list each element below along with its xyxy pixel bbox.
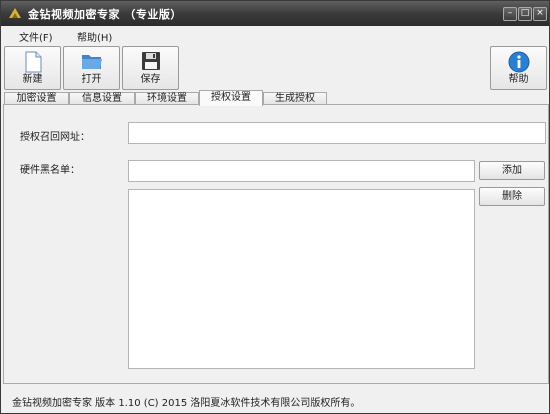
folder-icon xyxy=(81,55,102,69)
menu-help[interactable]: 帮助(H) xyxy=(77,29,112,44)
minimize-button[interactable]: – xyxy=(503,7,517,21)
new-button-label: 新建 xyxy=(22,74,43,85)
menu-bar: 文件(F) 帮助(H) xyxy=(1,26,549,44)
callback-url-label: 授权召回网址： xyxy=(20,132,90,143)
callback-url-input[interactable] xyxy=(128,122,546,144)
delete-button[interactable]: 删除 xyxy=(479,187,545,206)
hardware-blacklist-listbox[interactable] xyxy=(128,189,475,369)
toolbar: 新建 打开 保存 帮助 xyxy=(1,44,549,90)
tab-authorization-settings[interactable]: 授权设置 xyxy=(199,90,263,106)
app-logo-icon xyxy=(9,8,21,18)
floppy-disk-icon xyxy=(141,52,160,70)
application-window: 金钻视频加密专家 （专业版） – □ × 文件(F) 帮助(H) 新建 打开 保… xyxy=(0,0,550,414)
window-title: 金钻视频加密专家 （专业版） xyxy=(28,8,182,21)
status-text: 金钻视频加密专家 版本 1.10 (C) 2015 洛阳夏冰软件技术有限公司版权… xyxy=(12,398,361,409)
help-button[interactable]: 帮助 xyxy=(490,46,547,90)
close-button[interactable]: × xyxy=(533,7,547,21)
hardware-blacklist-label: 硬件黑名单： xyxy=(20,165,80,176)
new-button[interactable]: 新建 xyxy=(4,46,61,90)
authorization-settings-panel: 授权召回网址： 硬件黑名单： 添加 删除 xyxy=(3,104,549,384)
save-button-label: 保存 xyxy=(140,74,161,85)
maximize-button[interactable]: □ xyxy=(518,7,532,21)
title-bar[interactable]: 金钻视频加密专家 （专业版） – □ × xyxy=(1,1,549,26)
tab-strip: 加密设置 信息设置 环境设置 授权设置 生成授权 xyxy=(1,90,549,106)
save-button[interactable]: 保存 xyxy=(122,46,179,90)
help-button-label: 帮助 xyxy=(508,74,529,85)
add-button[interactable]: 添加 xyxy=(479,161,545,180)
hardware-id-input[interactable] xyxy=(128,160,475,182)
open-button-label: 打开 xyxy=(81,74,102,85)
status-bar: 金钻视频加密专家 版本 1.10 (C) 2015 洛阳夏冰软件技术有限公司版权… xyxy=(1,385,549,413)
menu-file[interactable]: 文件(F) xyxy=(19,29,53,44)
open-button[interactable]: 打开 xyxy=(63,46,120,90)
